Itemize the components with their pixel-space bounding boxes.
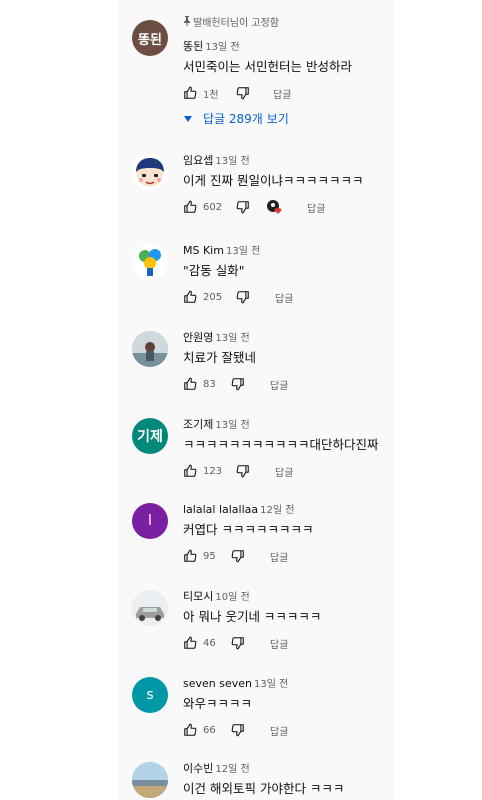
like-count: 95 bbox=[203, 550, 216, 562]
avatar[interactable]: 똥된 bbox=[132, 20, 168, 56]
comment-text: "감동 실화" bbox=[183, 263, 245, 278]
comment-author[interactable]: 임요셉 bbox=[183, 154, 213, 167]
comment-author[interactable]: 티모시 bbox=[183, 590, 213, 603]
like-count: 205 bbox=[203, 291, 223, 303]
thumb-up-icon bbox=[184, 86, 197, 99]
reply-button[interactable]: 답글 bbox=[270, 547, 288, 565]
comment-author[interactable]: 조기제 bbox=[183, 418, 213, 431]
like-button[interactable]: 46 bbox=[183, 634, 216, 652]
avatar[interactable] bbox=[132, 244, 168, 280]
comment-author[interactable]: MS Kim bbox=[183, 244, 224, 257]
thumb-up-icon bbox=[184, 549, 197, 562]
thumb-up-icon bbox=[184, 290, 197, 303]
avatar[interactable] bbox=[132, 590, 168, 626]
comment-author[interactable]: 똥된 bbox=[183, 40, 203, 53]
reply-button[interactable]: 답글 bbox=[270, 375, 288, 393]
like-button[interactable]: 66 bbox=[183, 721, 216, 739]
comment-author[interactable]: 안원영 bbox=[183, 331, 213, 344]
dislike-button[interactable] bbox=[236, 462, 250, 480]
reply-button[interactable]: 답글 bbox=[275, 288, 293, 306]
thumb-down-icon bbox=[231, 637, 244, 650]
reply-button[interactable]: 답글 bbox=[270, 634, 288, 652]
like-button[interactable]: 95 bbox=[183, 547, 216, 565]
comment-time[interactable]: 12일 전 bbox=[215, 764, 249, 775]
thumb-down-icon bbox=[231, 378, 244, 391]
avatar-initials: 똥된 bbox=[138, 32, 162, 48]
view-replies-button[interactable]: 답글 289개 보기 bbox=[183, 110, 393, 127]
comment-text: 이게 진짜 뭔일이냐ㅋㅋㅋㅋㅋㅋㅋ bbox=[183, 173, 364, 188]
thumb-up-icon bbox=[184, 377, 197, 390]
comment-time[interactable]: 13일 전 bbox=[254, 679, 288, 690]
like-count: 83 bbox=[203, 378, 216, 390]
avatar[interactable] bbox=[132, 762, 168, 798]
avatar[interactable]: l bbox=[132, 503, 168, 539]
like-button[interactable]: 123 bbox=[183, 462, 222, 480]
like-count: 123 bbox=[203, 465, 223, 477]
avatar[interactable] bbox=[132, 331, 168, 367]
dislike-button[interactable] bbox=[231, 721, 245, 739]
comment-time[interactable]: 13일 전 bbox=[215, 156, 249, 167]
comment-author[interactable]: 이수빈 bbox=[183, 762, 213, 775]
like-count: 46 bbox=[203, 637, 216, 649]
reply-button[interactable]: 답글 bbox=[270, 721, 288, 739]
thumb-up-icon bbox=[184, 636, 197, 649]
like-count: 66 bbox=[203, 724, 216, 736]
comment-text: 이건 해외토픽 가야한다 ㅋㅋㅋ bbox=[183, 781, 345, 796]
comment-time[interactable]: 10일 전 bbox=[215, 592, 249, 603]
avatar-initials: s bbox=[146, 687, 154, 703]
comment-time[interactable]: 13일 전 bbox=[215, 333, 249, 344]
comment-time[interactable]: 12일 전 bbox=[260, 505, 294, 516]
comment-text: 아 뭐나 웃기네 ㅋㅋㅋㅋㅋ bbox=[183, 609, 322, 624]
comment-text: 서민죽이는 서민헌터는 반성하라 bbox=[183, 59, 352, 74]
thumb-down-icon bbox=[236, 201, 249, 214]
creator-heart-badge bbox=[266, 198, 284, 216]
comment-text: 치료가 잘됐네 bbox=[183, 350, 256, 365]
avatar[interactable]: s bbox=[132, 677, 168, 713]
avatar-initials: 기제 bbox=[137, 429, 163, 445]
reply-button[interactable]: 답글 bbox=[307, 198, 325, 216]
pin-icon bbox=[183, 16, 193, 31]
like-count: 1천 bbox=[203, 89, 219, 101]
thumb-up-icon bbox=[184, 200, 197, 213]
like-button[interactable]: 205 bbox=[183, 288, 222, 306]
reply-button[interactable]: 답글 bbox=[273, 84, 291, 102]
thumb-down-icon bbox=[236, 291, 249, 304]
thumb-down-icon bbox=[231, 724, 244, 737]
dislike-button[interactable] bbox=[236, 84, 250, 102]
like-button[interactable]: 1천 bbox=[183, 84, 219, 102]
comment-text: 커엽다 ㅋㅋㅋㅋㅋㅋㅋㅋ bbox=[183, 522, 314, 537]
dislike-button[interactable] bbox=[231, 375, 245, 393]
dislike-button[interactable] bbox=[236, 198, 250, 216]
dislike-button[interactable] bbox=[231, 634, 245, 652]
thumb-up-icon bbox=[184, 723, 197, 736]
like-button[interactable]: 83 bbox=[183, 375, 216, 393]
thumb-down-icon bbox=[236, 465, 249, 478]
comment-time[interactable]: 13일 전 bbox=[226, 246, 260, 257]
avatar[interactable]: 기제 bbox=[132, 418, 168, 454]
comment-text: 와우ㅋㅋㅋㅋ bbox=[183, 696, 253, 711]
like-button[interactable]: 602 bbox=[183, 198, 222, 216]
thumb-down-icon bbox=[236, 87, 249, 100]
avatar[interactable] bbox=[132, 154, 168, 190]
comment-text: ㅋㅋㅋㅋㅋㅋㅋㅋㅋㅋㅋ대단하다진짜 bbox=[183, 437, 379, 452]
caret-down-icon bbox=[184, 115, 192, 122]
reply-button[interactable]: 답글 bbox=[275, 462, 293, 480]
thumb-down-icon bbox=[231, 550, 244, 563]
like-count: 602 bbox=[203, 201, 223, 213]
thumb-up-icon bbox=[184, 464, 197, 477]
comment-time[interactable]: 13일 전 bbox=[215, 420, 249, 431]
avatar-initials: l bbox=[148, 513, 152, 529]
dislike-button[interactable] bbox=[236, 288, 250, 306]
pinned-label: 딸배헌터님이 고정함 bbox=[183, 16, 393, 30]
comment-author[interactable]: seven seven bbox=[183, 677, 252, 690]
comment-author[interactable]: lalalal lalallaa bbox=[183, 503, 258, 516]
dislike-button[interactable] bbox=[231, 547, 245, 565]
comment-time[interactable]: 13일 전 bbox=[205, 42, 239, 53]
